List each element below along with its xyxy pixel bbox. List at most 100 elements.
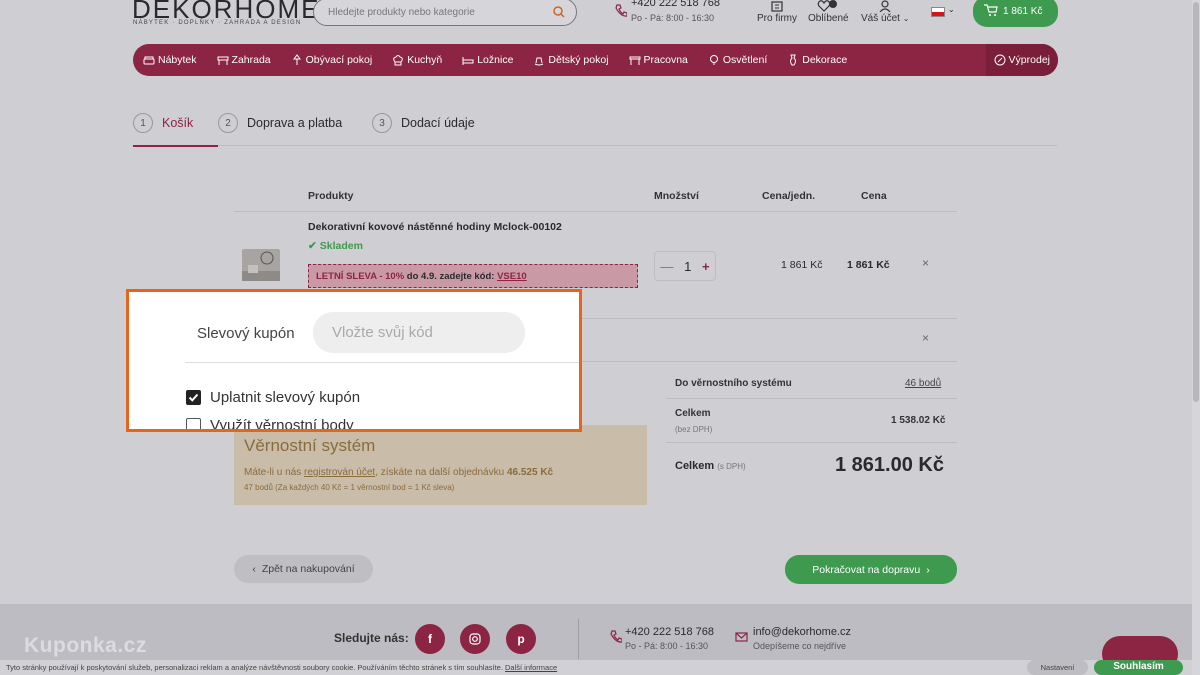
total-ex-vat-label: Celkem xyxy=(675,408,711,419)
cart-button[interactable]: 1 861 Kč xyxy=(973,0,1058,27)
step-shipping[interactable]: 2 Doprava a platba xyxy=(218,113,342,133)
nav-item-4[interactable]: Ložnice xyxy=(452,44,523,76)
quantity-value[interactable]: 1 xyxy=(684,259,691,274)
heart-icon xyxy=(817,0,838,12)
percent-icon xyxy=(994,54,1006,66)
rocking-horse-icon xyxy=(535,57,544,66)
vase-icon xyxy=(790,54,797,66)
line-price: 1 861 Kč xyxy=(847,259,890,271)
close-coupon-icon[interactable]: × xyxy=(922,331,929,345)
col-unit-price: Cena/jedn. xyxy=(762,190,816,202)
check-icon xyxy=(188,393,199,402)
loyalty-points-label: Do věrnostního systému xyxy=(675,378,792,389)
nav-item-5[interactable]: Dětský pokoj xyxy=(523,44,618,76)
desk-icon xyxy=(629,56,641,65)
promo-banner: LETNÍ SLEVA - 10% do 4.9. zadejte kód: V… xyxy=(308,264,638,288)
account-link[interactable]: Váš účet ⌄ xyxy=(861,0,909,24)
nav-item-6[interactable]: Pracovna xyxy=(619,44,698,76)
sofa-icon xyxy=(143,56,155,65)
steps-divider xyxy=(133,145,1057,146)
total-ex-vat-sub: (bez DPH) xyxy=(675,425,713,434)
footer-phone-icon xyxy=(610,630,622,643)
total-value: 1 861.00 Kč xyxy=(835,454,944,476)
loyalty-sub: 47 bodů (Za každých 40 Kč = 1 věrnostní … xyxy=(244,483,455,492)
apply-coupon-label[interactable]: Uplatnit slevový kupón xyxy=(210,389,360,406)
account-label: Váš účet xyxy=(861,13,900,24)
pro-firmy-link[interactable]: Pro firmy xyxy=(757,0,797,24)
favorites-label: Oblíbené xyxy=(808,13,849,24)
active-step-indicator xyxy=(133,145,218,147)
footer-email[interactable]: info@dekorhome.cz xyxy=(753,626,851,638)
total-label: Celkem (s DPH) xyxy=(675,460,746,472)
col-quantity: Množství xyxy=(654,190,699,202)
loyalty-title: Věrnostní systém xyxy=(244,436,376,455)
continue-to-shipping-button[interactable]: Pokračovat na dopravu › xyxy=(785,555,957,584)
facebook-icon[interactable]: f xyxy=(415,624,445,654)
stock-status: ✔ Skladem xyxy=(308,240,363,252)
coupon-panel: Slevový kupón Uplatnit slevový kupón Vyu… xyxy=(126,289,582,432)
minus-icon[interactable]: — xyxy=(660,259,673,274)
footer-email-sub: Odepíšeme co nejdříve xyxy=(753,641,847,651)
nav-item-8[interactable]: Dekorace xyxy=(777,44,857,76)
cookie-accept-button[interactable]: Souhlasím xyxy=(1094,660,1183,675)
phone-icon xyxy=(615,4,627,17)
step-delivery[interactable]: 3 Dodací údaje xyxy=(372,113,475,133)
follow-label: Sledujte nás: xyxy=(334,631,409,645)
check-icon: ✔ xyxy=(308,240,317,252)
nav-item-2[interactable]: Obývací pokoj xyxy=(281,44,383,76)
building-icon xyxy=(771,1,783,12)
pinterest-icon[interactable]: p xyxy=(506,624,536,654)
nav-item-9[interactable]: Výprodej xyxy=(985,44,1058,76)
loyalty-points-value[interactable]: 46 bodů xyxy=(905,378,941,389)
nav-item-1[interactable]: Zahrada xyxy=(207,44,281,76)
cookie-settings-button[interactable]: Nastavení xyxy=(1027,660,1088,675)
coupon-label: Slevový kupón xyxy=(197,325,295,342)
summary-divider xyxy=(666,398,957,399)
header-phone[interactable]: +420 222 518 768 xyxy=(631,0,720,9)
footer-phone[interactable]: +420 222 518 768 xyxy=(625,626,714,638)
search-box[interactable]: Hledejte produkty nebo kategorie xyxy=(313,0,577,26)
summary-divider-2 xyxy=(666,442,957,443)
nav-item-3[interactable]: Kuchyň xyxy=(382,44,452,76)
plus-icon[interactable]: + xyxy=(702,259,710,274)
instagram-icon[interactable] xyxy=(460,624,490,654)
register-link[interactable]: registrován účet xyxy=(304,467,375,478)
lamp-icon xyxy=(292,54,301,65)
product-name[interactable]: Dekorativní kovové nástěnné hodiny Mcloc… xyxy=(308,221,562,233)
search-input[interactable]: Hledejte produkty nebo kategorie xyxy=(328,7,475,18)
cookie-bar: Tyto stránky používají k poskytování slu… xyxy=(0,660,1200,675)
favorites-link[interactable]: Oblíbené xyxy=(808,0,849,24)
chevron-left-icon: ‹ xyxy=(252,563,256,575)
czech-flag-icon[interactable] xyxy=(931,7,945,17)
footer-hours: Po - Pá: 8:00 - 16:30 xyxy=(625,641,709,651)
step-cart[interactable]: 1 Košík xyxy=(133,113,193,133)
coupon-input[interactable] xyxy=(313,312,525,353)
language-chevron-icon[interactable]: ⌄ xyxy=(948,5,955,14)
promo-code[interactable]: VSE10 xyxy=(497,271,527,282)
nav-item-0[interactable]: Nábytek xyxy=(133,44,207,76)
header-hours: Po - Pá: 8:00 - 16:30 xyxy=(631,13,715,23)
bench-icon xyxy=(217,56,229,65)
loyalty-text: Máte-li u nás registrován účet, získáte … xyxy=(244,467,554,478)
cookie-more-link[interactable]: Další informace xyxy=(505,663,557,672)
bulb-icon xyxy=(709,55,718,65)
search-icon[interactable] xyxy=(552,5,566,19)
chevron-down-icon: ⌄ xyxy=(902,14,910,23)
clock-image xyxy=(242,251,280,281)
back-to-shop-button[interactable]: ‹ Zpět na nakupování xyxy=(234,555,373,583)
use-points-label[interactable]: Využít věrnostní body xyxy=(210,417,354,429)
watermark: Kuponka.cz xyxy=(24,634,147,657)
table-header-divider xyxy=(234,211,957,212)
use-points-checkbox[interactable] xyxy=(186,418,201,429)
bed-icon xyxy=(462,57,474,65)
user-icon xyxy=(879,0,891,12)
col-price: Cena xyxy=(861,190,887,202)
remove-item-icon[interactable]: × xyxy=(922,256,929,270)
nav-item-7[interactable]: Osvětlení xyxy=(698,44,777,76)
apply-coupon-checkbox[interactable] xyxy=(186,390,201,405)
scrollbar-thumb[interactable] xyxy=(1193,2,1199,402)
unit-price: 1 861 Kč xyxy=(781,259,823,271)
email-icon xyxy=(735,632,748,642)
product-thumbnail[interactable] xyxy=(242,249,280,281)
quantity-stepper[interactable]: — 1 + xyxy=(654,251,716,281)
